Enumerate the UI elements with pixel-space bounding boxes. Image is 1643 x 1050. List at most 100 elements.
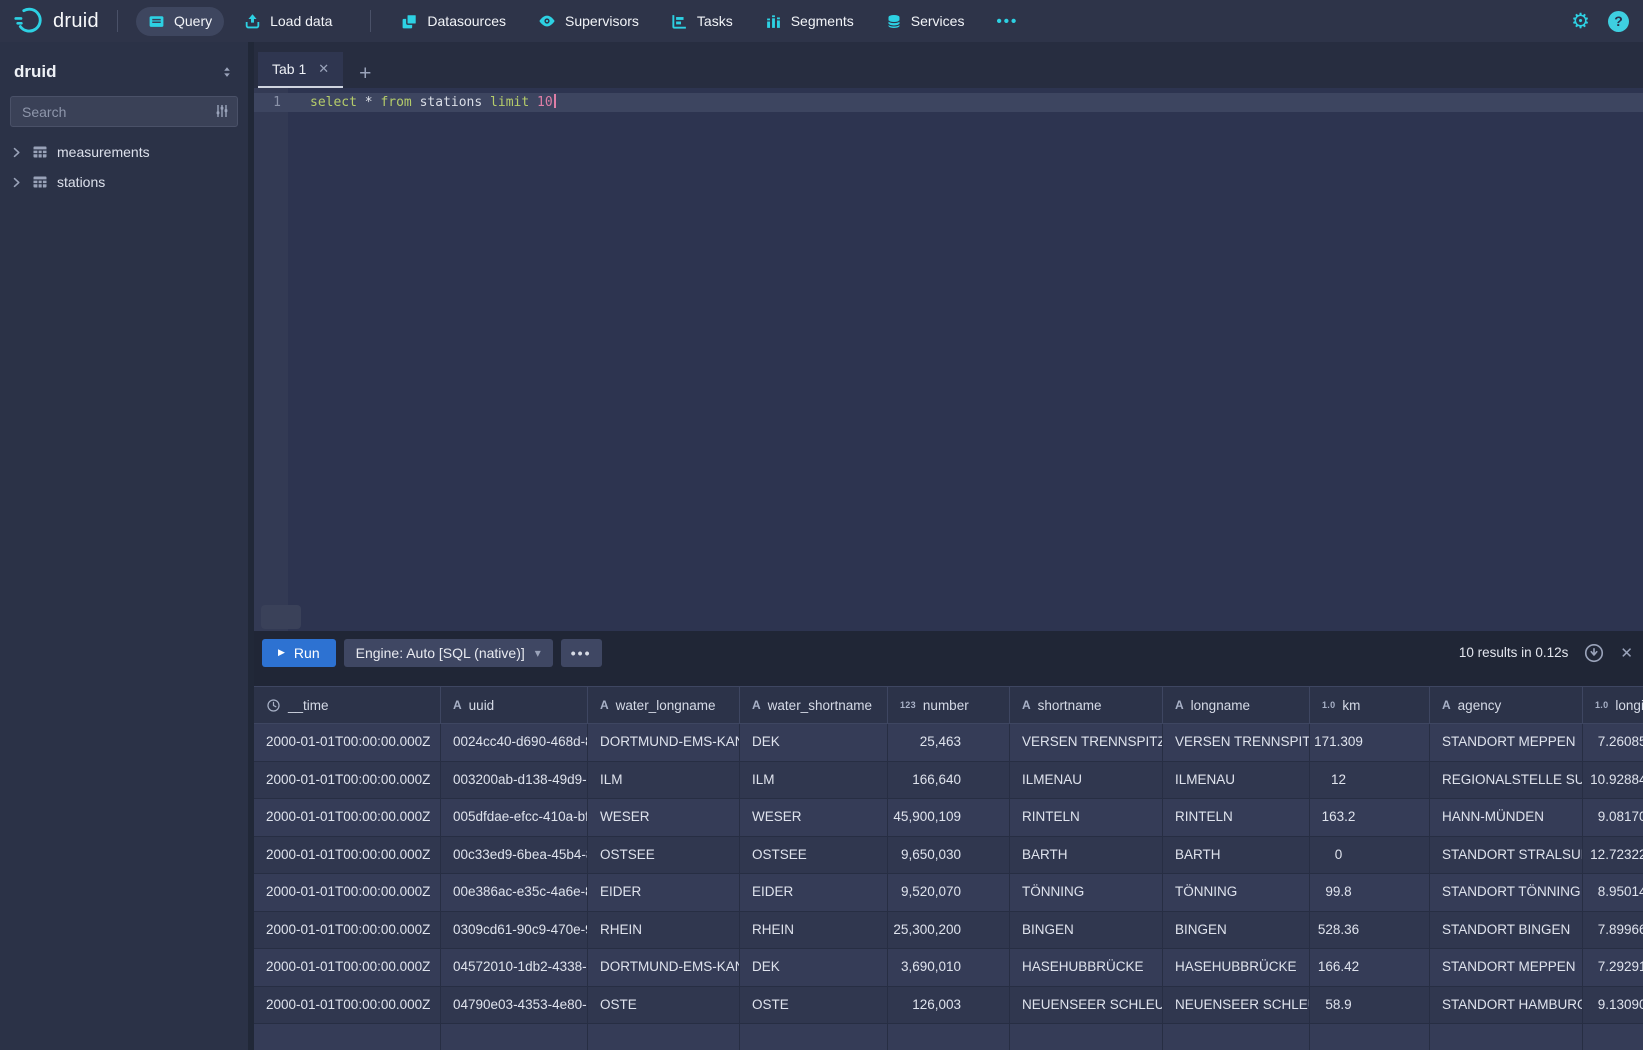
table-cell-uuid[interactable]: 0024cc40-d690-468d-84 bbox=[441, 724, 588, 761]
table-cell-shortname[interactable]: BINGEN bbox=[1010, 912, 1163, 949]
table-cell-water_shortname[interactable]: OSTE bbox=[740, 987, 888, 1024]
table-cell-shortname[interactable]: HASEHUBBRÜCKE bbox=[1010, 949, 1163, 986]
table-cell-longitude[interactable]: 10.928843 bbox=[1583, 762, 1643, 799]
close-icon[interactable]: ✕ bbox=[318, 61, 329, 77]
help-icon[interactable]: ? bbox=[1608, 11, 1629, 32]
scrollbar-thumb[interactable] bbox=[261, 605, 301, 629]
tree-item-measurements[interactable]: measurements bbox=[0, 137, 248, 167]
table-cell-longname[interactable] bbox=[1163, 1024, 1310, 1050]
run-button[interactable]: ▶ Run bbox=[262, 639, 336, 667]
gear-icon[interactable]: ⚙ bbox=[1571, 11, 1590, 32]
nav-item-query[interactable]: Query bbox=[136, 7, 224, 36]
table-cell-longname[interactable]: ILMENAU bbox=[1163, 762, 1310, 799]
table-cell-km[interactable]: 163.2 bbox=[1310, 799, 1430, 836]
nav-item-[interactable]: ••• bbox=[984, 7, 1030, 36]
table-cell-time[interactable]: 2000-01-01T00:00:00.000Z bbox=[254, 724, 441, 761]
table-cell-km[interactable]: 58.9 bbox=[1310, 987, 1430, 1024]
filter-icon[interactable] bbox=[214, 103, 230, 119]
table-cell-agency[interactable]: STANDORT BINGEN bbox=[1430, 912, 1583, 949]
engine-select-button[interactable]: Engine: Auto [SQL (native)] ▾ bbox=[344, 639, 553, 667]
close-results-icon[interactable]: ✕ bbox=[1620, 644, 1633, 662]
table-cell-longname[interactable]: NEUENSEER SCHLEUSEN bbox=[1163, 987, 1310, 1024]
table-cell-shortname[interactable]: VERSEN TRENNSPITZE bbox=[1010, 724, 1163, 761]
table-cell-time[interactable]: 2000-01-01T00:00:00.000Z bbox=[254, 837, 441, 874]
table-cell-shortname[interactable]: TÖNNING bbox=[1010, 874, 1163, 911]
more-options-button[interactable]: ••• bbox=[561, 639, 602, 667]
table-cell-number[interactable]: 126,003 bbox=[888, 987, 1010, 1024]
table-cell-number[interactable]: 45,900,109 bbox=[888, 799, 1010, 836]
table-cell-time[interactable]: 2000-01-01T00:00:00.000Z bbox=[254, 874, 441, 911]
table-cell-water_shortname[interactable]: OSTSEE bbox=[740, 837, 888, 874]
column-header-time[interactable]: __time bbox=[254, 687, 441, 723]
table-cell-longitude[interactable]: 12.723226 bbox=[1583, 837, 1643, 874]
table-cell-time[interactable]: 2000-01-01T00:00:00.000Z bbox=[254, 987, 441, 1024]
table-cell-longname[interactable]: RINTELN bbox=[1163, 799, 1310, 836]
table-cell-longitude[interactable]: 8.950149 bbox=[1583, 874, 1643, 911]
table-cell-number[interactable]: 25,463 bbox=[888, 724, 1010, 761]
table-cell-agency[interactable]: STANDORT STRALSUND bbox=[1430, 837, 1583, 874]
table-cell-time[interactable]: 2000-01-01T00:00:00.000Z bbox=[254, 799, 441, 836]
table-cell-longitude[interactable]: 9.081704 bbox=[1583, 799, 1643, 836]
table-cell-km[interactable]: 0 bbox=[1310, 837, 1430, 874]
table-cell-agency[interactable]: STANDORT TÖNNING bbox=[1430, 874, 1583, 911]
download-icon[interactable] bbox=[1584, 643, 1604, 663]
table-cell-water_shortname[interactable] bbox=[740, 1024, 888, 1050]
table-cell-number[interactable]: 9,650,030 bbox=[888, 837, 1010, 874]
table-cell-km[interactable]: 171.309 bbox=[1310, 724, 1430, 761]
table-cell-longname[interactable]: VERSEN TRENNSPITZE bbox=[1163, 724, 1310, 761]
table-cell-time[interactable] bbox=[254, 1024, 441, 1050]
table-cell-km[interactable]: 166.42 bbox=[1310, 949, 1430, 986]
druid-brand[interactable]: druid bbox=[14, 6, 99, 36]
table-cell-number[interactable]: 166,640 bbox=[888, 762, 1010, 799]
table-cell-longname[interactable]: BARTH bbox=[1163, 837, 1310, 874]
table-cell-longname[interactable]: TÖNNING bbox=[1163, 874, 1310, 911]
nav-item-supervisors[interactable]: Supervisors bbox=[526, 6, 651, 36]
column-header-number[interactable]: 123number bbox=[888, 687, 1010, 723]
table-cell-longitude[interactable]: 7.292912 bbox=[1583, 949, 1643, 986]
column-header-longname[interactable]: Alongname bbox=[1163, 687, 1310, 723]
table-cell-longitude[interactable] bbox=[1583, 1024, 1643, 1050]
table-cell-uuid[interactable]: 0309cd61-90c9-470e-99 bbox=[441, 912, 588, 949]
table-cell-water_longname[interactable]: RHEIN bbox=[588, 912, 740, 949]
table-cell-longname[interactable]: BINGEN bbox=[1163, 912, 1310, 949]
table-cell-agency[interactable] bbox=[1430, 1024, 1583, 1050]
table-cell-water_shortname[interactable]: DEK bbox=[740, 724, 888, 761]
nav-item-services[interactable]: Services bbox=[874, 7, 977, 36]
column-header-uuid[interactable]: Auuid bbox=[441, 687, 588, 723]
table-cell-km[interactable]: 528.36 bbox=[1310, 912, 1430, 949]
table-cell-number[interactable]: 25,300,200 bbox=[888, 912, 1010, 949]
table-cell-shortname[interactable]: NEUENSEER SCHLEUSEN bbox=[1010, 987, 1163, 1024]
column-header-shortname[interactable]: Ashortname bbox=[1010, 687, 1163, 723]
table-cell-uuid[interactable]: 005dfdae-efcc-410a-bf1 bbox=[441, 799, 588, 836]
table-cell-shortname[interactable]: RINTELN bbox=[1010, 799, 1163, 836]
sql-code-line[interactable]: select * from stations limit 10 bbox=[310, 93, 556, 112]
table-cell-agency[interactable]: STANDORT MEPPEN bbox=[1430, 724, 1583, 761]
chevron-right-icon[interactable] bbox=[10, 146, 23, 159]
table-cell-water_longname[interactable] bbox=[588, 1024, 740, 1050]
table-cell-water_shortname[interactable]: DEK bbox=[740, 949, 888, 986]
table-cell-km[interactable]: 99.8 bbox=[1310, 874, 1430, 911]
plus-icon[interactable]: + bbox=[359, 64, 371, 84]
table-cell-number[interactable]: 3,690,010 bbox=[888, 949, 1010, 986]
table-cell-water_longname[interactable]: OSTSEE bbox=[588, 837, 740, 874]
table-cell-number[interactable] bbox=[888, 1024, 1010, 1050]
table-cell-longname[interactable]: HASEHUBBRÜCKE bbox=[1163, 949, 1310, 986]
table-cell-agency[interactable]: HANN-MÜNDEN bbox=[1430, 799, 1583, 836]
table-cell-time[interactable]: 2000-01-01T00:00:00.000Z bbox=[254, 949, 441, 986]
column-header-water_longname[interactable]: Awater_longname bbox=[588, 687, 740, 723]
query-tab[interactable]: Tab 1 ✕ bbox=[258, 52, 343, 88]
table-cell-water_longname[interactable]: ILM bbox=[588, 762, 740, 799]
table-cell-water_longname[interactable]: WESER bbox=[588, 799, 740, 836]
column-header-longitude[interactable]: 1.0longitude bbox=[1583, 687, 1643, 723]
table-cell-uuid[interactable]: 04790e03-4353-4e80-be bbox=[441, 987, 588, 1024]
nav-item-datasources[interactable]: Datasources bbox=[389, 7, 518, 36]
table-cell-water_longname[interactable]: EIDER bbox=[588, 874, 740, 911]
table-cell-uuid[interactable]: 003200ab-d138-49d9-aa bbox=[441, 762, 588, 799]
table-cell-uuid[interactable]: 00c33ed9-6bea-45b4-87 bbox=[441, 837, 588, 874]
table-cell-longitude[interactable]: 7.899667 bbox=[1583, 912, 1643, 949]
table-cell-time[interactable]: 2000-01-01T00:00:00.000Z bbox=[254, 762, 441, 799]
table-cell-number[interactable]: 9,520,070 bbox=[888, 874, 1010, 911]
schema-selector[interactable]: druid bbox=[0, 42, 248, 94]
table-cell-agency[interactable]: REGIONALSTELLE SUHL bbox=[1430, 762, 1583, 799]
column-header-km[interactable]: 1.0km bbox=[1310, 687, 1430, 723]
